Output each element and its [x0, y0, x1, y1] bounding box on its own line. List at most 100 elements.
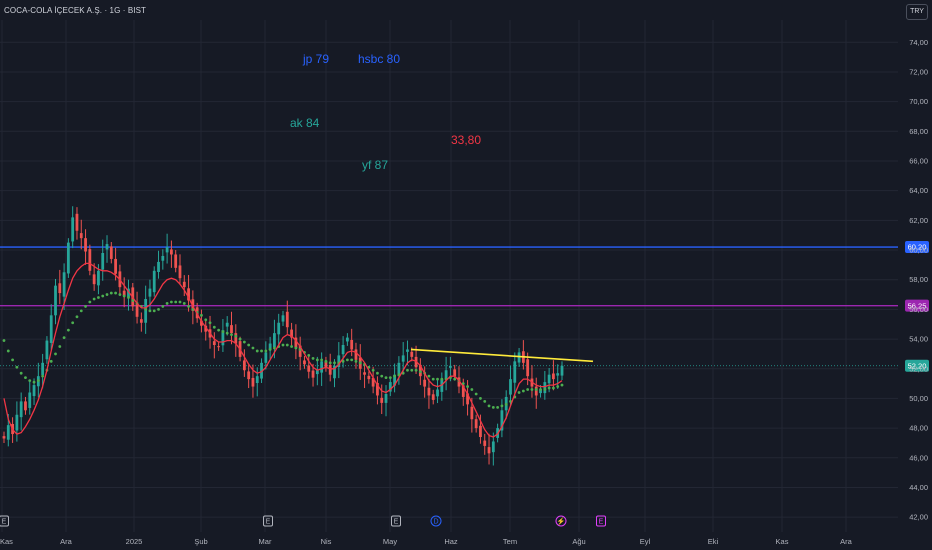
price-chart[interactable]: 60,2056,2552,20 jp 79 hsbc 80ak 8433,80yf… [0, 0, 932, 550]
x-tick-label: Nis [321, 537, 332, 546]
y-tick-label: 46,00 [909, 453, 928, 462]
ema-point [152, 309, 156, 313]
trendline[interactable] [410, 348, 594, 363]
y-tick-label: 66,00 [909, 156, 928, 165]
ema-point [97, 296, 100, 299]
candle-body [491, 441, 495, 453]
x-tick-label: Kas [0, 537, 13, 546]
candle-body [281, 315, 285, 322]
ema-point [148, 309, 152, 313]
ema-point [242, 340, 246, 344]
ema-point [49, 359, 53, 363]
ema-point [255, 349, 259, 353]
candle-body [157, 261, 160, 272]
y-tick-label: 52,00 [909, 364, 928, 373]
ema-point [170, 300, 173, 304]
ema-point [62, 336, 66, 339]
ema-point [71, 321, 75, 325]
candle-body [212, 341, 216, 346]
ema-point [418, 370, 422, 374]
candle-body [427, 387, 431, 396]
annotation-text: hsbc 80 [358, 52, 400, 66]
candle-body [165, 247, 169, 253]
annotation-text: jp 79 [302, 52, 329, 66]
ema-point [165, 302, 169, 305]
ema-point [41, 374, 45, 378]
candle-body [526, 359, 530, 377]
ema-point [88, 300, 92, 304]
ema-point [345, 358, 349, 362]
ema-point [234, 334, 238, 338]
candle-body [234, 333, 238, 344]
candle-body [509, 379, 512, 395]
y-tick-label: 64,00 [909, 186, 928, 195]
ema-point [114, 291, 117, 295]
candle-body [174, 254, 178, 268]
x-tick-label: Haz [444, 537, 458, 546]
annotations: jp 79 hsbc 80 ak 84 33,80 yf 87 [290, 52, 481, 172]
candle-body [161, 255, 165, 261]
event-marker-label: D [433, 519, 438, 526]
candle-body [277, 322, 281, 335]
ema-point [453, 377, 457, 381]
x-tick-label: Ara [840, 537, 853, 546]
candle-body [449, 365, 452, 368]
candle-body [547, 374, 551, 384]
candle-body [470, 406, 474, 420]
candle-body [66, 242, 70, 274]
ema-point [491, 405, 495, 409]
x-tick-label: 2025 [126, 537, 143, 546]
annotation-text: ak 84 [290, 116, 320, 130]
ema-point [157, 307, 160, 311]
y-tick-label: 70,00 [909, 97, 928, 106]
candle-body [2, 436, 6, 439]
ema-point [290, 345, 293, 348]
ema-point [328, 361, 332, 365]
ema-point [109, 291, 113, 295]
candle-body [170, 249, 173, 255]
ema-point [530, 388, 534, 391]
ema-point [500, 404, 504, 408]
candle-body [41, 362, 45, 375]
ema-point [208, 321, 212, 325]
candle-body [560, 365, 564, 376]
x-tick-label: Eki [708, 537, 719, 546]
candle-body [247, 371, 251, 380]
candle-body [285, 311, 289, 328]
candles [2, 206, 564, 466]
ema-point [393, 374, 396, 378]
candle-body [380, 397, 384, 403]
y-tick-label: 48,00 [909, 424, 928, 433]
ema-point [200, 313, 203, 317]
ema-point [66, 328, 70, 332]
ema-point [225, 331, 229, 335]
ema-point [376, 371, 379, 375]
candle-body [474, 419, 478, 429]
ema-point [324, 359, 328, 363]
ema-point [354, 359, 358, 363]
ema-point [204, 318, 208, 322]
trendline-group[interactable] [410, 348, 594, 363]
candle-body [251, 377, 255, 387]
ema-point [311, 356, 315, 360]
ema-point [388, 376, 392, 380]
y-tick-label: 62,00 [909, 216, 928, 225]
candle-body [230, 325, 233, 334]
candle-body [320, 361, 324, 373]
candle-body [62, 272, 66, 297]
candle-body [15, 414, 19, 431]
ema-point [178, 300, 182, 304]
candle-body [264, 352, 268, 363]
candle-body [453, 369, 457, 377]
candle-body [152, 270, 156, 293]
event-marker-label: E [2, 519, 7, 526]
ema-point [182, 302, 186, 305]
candle-body [552, 373, 555, 380]
candle-body [517, 352, 521, 363]
candle-body [139, 319, 143, 323]
y-tick-label: 68,00 [909, 127, 928, 136]
candle-body [182, 281, 186, 288]
ema-point [273, 346, 276, 350]
candle-body [75, 213, 79, 231]
ema-point [28, 379, 32, 383]
